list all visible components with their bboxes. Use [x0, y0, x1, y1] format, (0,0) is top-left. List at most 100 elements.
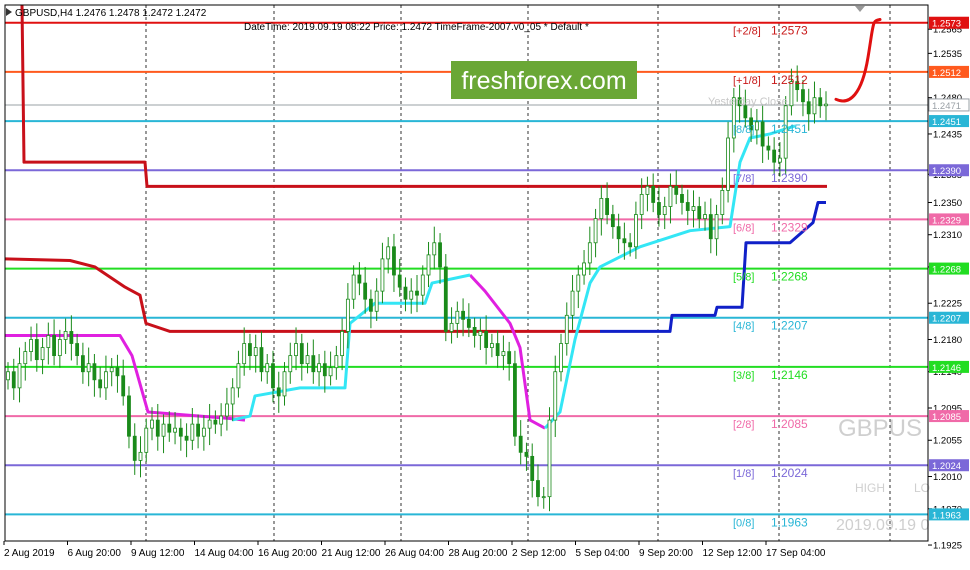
- candle-bull: [161, 423, 166, 437]
- murrey-level-value: 1.2390: [771, 171, 808, 185]
- candle-bear: [357, 274, 362, 284]
- candle-bear: [392, 246, 396, 276]
- murrey-level-label: [4/8]: [733, 321, 754, 333]
- candle-bull: [6, 371, 10, 381]
- candle-bull: [691, 206, 696, 211]
- time-tick-label: 28 Aug 20:00: [449, 548, 508, 559]
- candle-bear: [276, 387, 281, 397]
- price-tag-text: 1.2390: [932, 166, 961, 177]
- price-tag-text: 1.2024: [932, 461, 961, 472]
- candle-bull: [109, 367, 114, 373]
- price-tag-text: 1.2573: [932, 19, 961, 30]
- candle-bull: [173, 427, 177, 433]
- candle-bull: [282, 371, 287, 397]
- price-chart[interactable]: [+2/8] 1.2573 [+1/8] 1.2512 [8/8] 1.2451 [7/8]…: [0, 0, 970, 565]
- current-price-tag-text: 1.2471: [932, 101, 961, 112]
- candle-bull: [40, 347, 45, 361]
- candle-bull: [703, 214, 707, 219]
- murrey-level-value: 1.2268: [771, 270, 808, 284]
- price-tick-label: 1.2535: [933, 49, 962, 60]
- murrey-level-value: 1.2451: [771, 122, 808, 136]
- candle-bear: [34, 339, 39, 361]
- candle-bull: [345, 298, 350, 332]
- candle-bear: [184, 435, 189, 441]
- candle-bull: [351, 274, 356, 300]
- time-tick-label: 21 Aug 12:00: [322, 548, 381, 559]
- candle-bull: [104, 371, 108, 389]
- candle-bull: [294, 343, 298, 357]
- candle-bull: [86, 363, 91, 373]
- murrey-level-value: 1.1963: [771, 515, 808, 529]
- candle-bull: [720, 189, 725, 215]
- time-tick-label: 9 Aug 12:00: [131, 548, 185, 559]
- brand-text: freshforex.com: [461, 67, 626, 95]
- candle-bear: [80, 355, 85, 373]
- candle-bull: [380, 258, 385, 292]
- candle-bear: [818, 97, 823, 107]
- murrey-level-value: 1.2024: [771, 466, 808, 480]
- candle-bear: [697, 206, 702, 219]
- candle-bear: [178, 427, 183, 437]
- price-tag-text: 1.1963: [932, 510, 961, 521]
- candle-bull: [63, 331, 68, 340]
- candle-bull: [207, 419, 212, 429]
- murrey-level-label: [6/8]: [733, 222, 754, 234]
- candle-bull: [334, 355, 339, 369]
- price-tick-label: 1.2350: [933, 198, 962, 209]
- price-tag-text: 1.2512: [932, 68, 961, 79]
- candle-bull: [340, 331, 345, 357]
- candle-bear: [801, 89, 805, 103]
- candle-bear: [115, 367, 120, 377]
- candle-bull: [824, 103, 828, 107]
- candle-bull: [230, 387, 235, 405]
- price-tag-text: 1.2207: [932, 314, 961, 325]
- candle-bear: [92, 363, 97, 381]
- murrey-level-label: [2/8]: [733, 419, 754, 431]
- candle-bull: [265, 363, 270, 373]
- candle-bear: [513, 363, 517, 437]
- candle-bull: [242, 343, 247, 365]
- candle-bear: [524, 451, 529, 457]
- candle-bear: [167, 423, 172, 433]
- candle-bear: [461, 310, 465, 320]
- candle-bull: [587, 242, 592, 264]
- candle-bull: [305, 355, 310, 365]
- candle-bull: [374, 290, 379, 312]
- candle-bear: [52, 335, 56, 357]
- chart-window[interactable]: [+2/8] 1.2573 [+1/8] 1.2512 [8/8] 1.2451 [7/8]…: [0, 0, 970, 565]
- candle-bull: [599, 198, 604, 219]
- candle-bull: [328, 367, 333, 377]
- time-tick-label: 9 Sep 20:00: [639, 548, 693, 559]
- murrey-level-label: [+2/8]: [733, 26, 761, 38]
- candle-bull: [138, 451, 143, 461]
- candle-bull: [812, 97, 817, 115]
- yesterday-close-text: Yesterday Close: [708, 96, 788, 108]
- candle-bull: [420, 274, 425, 296]
- candle-bear: [271, 363, 275, 389]
- candle-bull: [29, 339, 33, 352]
- price-tag-text: 1.2085: [932, 412, 961, 423]
- candle-bear: [766, 145, 771, 151]
- candle-bear: [628, 242, 633, 248]
- candle-bull: [190, 423, 195, 441]
- candle-bear: [495, 343, 500, 357]
- candle-bear: [363, 282, 368, 300]
- candle-bear: [369, 298, 373, 312]
- time-tick-label: 14 Aug 04:00: [195, 548, 254, 559]
- candle-bear: [127, 395, 131, 437]
- candle-bull: [714, 214, 719, 240]
- time-tick-label: 2 Aug 2019: [4, 548, 55, 559]
- candle-bull: [754, 121, 759, 131]
- murrey-level-value: 1.2573: [771, 24, 808, 38]
- candle-bear: [610, 214, 615, 228]
- candle-bull: [236, 363, 241, 389]
- price-tick-label: 1.2010: [933, 472, 962, 483]
- time-tick-label: 12 Sep 12:00: [703, 548, 763, 559]
- candle-bull: [150, 419, 154, 429]
- candle-bull: [455, 310, 460, 324]
- candle-bull: [449, 322, 454, 332]
- candle-bear: [403, 286, 408, 300]
- symbol-ohlc-text: GBPUSD,H4 1.2476 1.2478 1.2472 1.2472: [15, 8, 207, 19]
- candle-bull: [593, 218, 598, 244]
- candle-bear: [98, 379, 103, 389]
